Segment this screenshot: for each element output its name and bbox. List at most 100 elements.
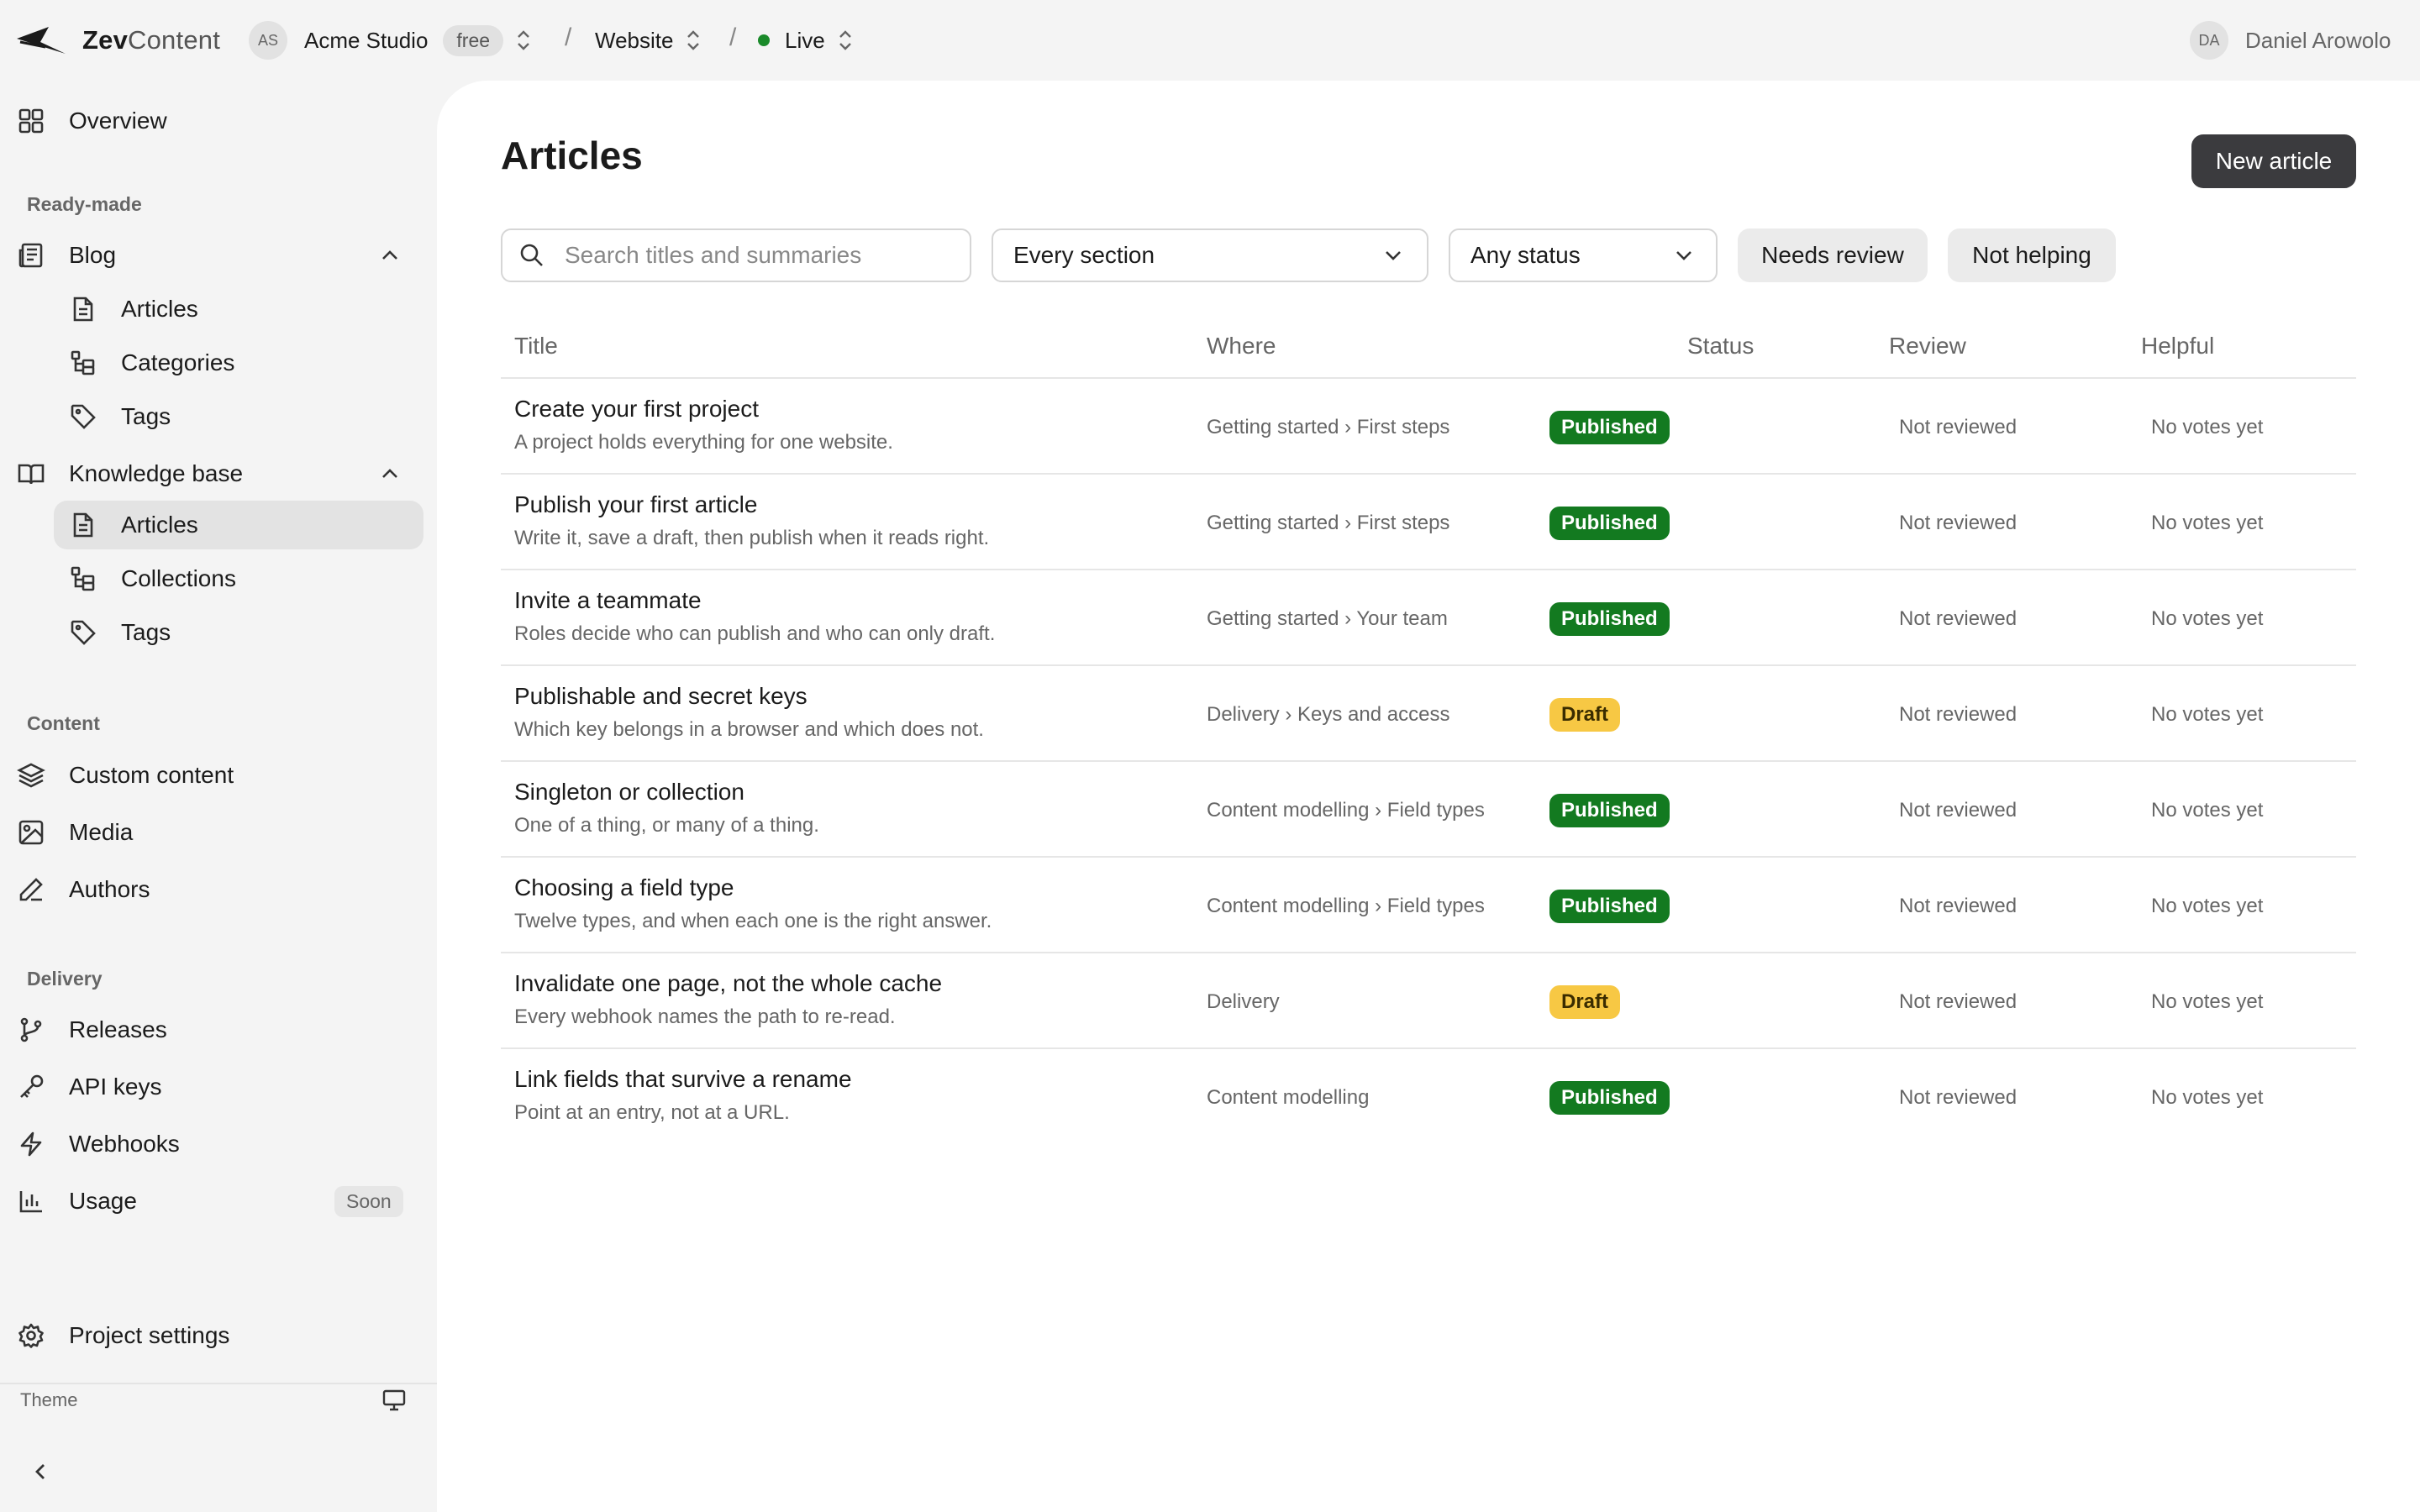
column-header-status[interactable]: Status	[1687, 333, 1754, 360]
logo-text: ZevContent	[82, 25, 221, 55]
search-input[interactable]: Search titles and summaries	[501, 228, 971, 282]
sidebar-divider	[0, 1383, 437, 1384]
org-avatar: AS	[249, 21, 287, 60]
not-helping-filter[interactable]: Not helping	[1948, 228, 2116, 282]
article-title[interactable]: Publishable and secret keys	[514, 683, 808, 710]
sidebar-item-custom-content[interactable]: Custom content	[15, 751, 234, 800]
sidebar-item-usage[interactable]: Usage	[15, 1177, 137, 1226]
table-row[interactable]: Create your first project A project holds…	[501, 379, 2356, 475]
soon-badge: Soon	[334, 1186, 403, 1217]
article-summary: Every webhook names the path to re-read.	[514, 1005, 896, 1028]
sidebar-item-label: Project settings	[69, 1322, 230, 1348]
sidebar-item-project-settings[interactable]: Project settings	[15, 1311, 229, 1360]
chevron-up-down-icon	[839, 30, 851, 50]
search-placeholder: Search titles and summaries	[565, 242, 862, 268]
article-location: Content modelling	[1207, 1086, 1370, 1109]
chevron-down-icon	[1676, 251, 1691, 260]
article-title[interactable]: Publish your first article	[514, 491, 757, 518]
sidebar-item-blog[interactable]: Blog	[15, 231, 116, 280]
sidebar-item-kb-articles[interactable]: Articles	[54, 501, 424, 549]
article-summary: Roles decide who can publish and who can…	[514, 622, 996, 645]
table-row[interactable]: Invite a teammate Roles decide who can pu…	[501, 570, 2356, 666]
plan-badge: free	[443, 24, 504, 56]
git-branch-icon	[15, 1014, 47, 1046]
section-select[interactable]: Every section	[992, 228, 1428, 282]
article-title[interactable]: Choosing a field type	[514, 874, 734, 901]
sidebar-item-webhooks[interactable]: Webhooks	[15, 1120, 180, 1168]
article-title[interactable]: Invite a teammate	[514, 587, 702, 614]
sidebar-item-label: Articles	[121, 296, 198, 322]
column-header-where[interactable]: Where	[1207, 333, 1276, 360]
user-name: Daniel Arowolo	[2245, 27, 2391, 53]
article-location: Content modelling › Field types	[1207, 799, 1485, 822]
sidebar-item-api-keys[interactable]: API keys	[15, 1063, 161, 1111]
project-name: Website	[595, 27, 674, 53]
sidebar-item-knowledge-base[interactable]: Knowledge base	[15, 449, 243, 498]
table-row[interactable]: Publish your first article Write it, save…	[501, 475, 2356, 570]
status-badge: Draft	[1549, 985, 1621, 1019]
sidebar-item-blog-tags[interactable]: Tags	[67, 392, 171, 441]
article-title[interactable]: Link fields that survive a rename	[514, 1066, 852, 1093]
sidebar-item-overview[interactable]: Overview	[15, 97, 167, 145]
table-row[interactable]: Choosing a field type Twelve types, and w…	[501, 858, 2356, 953]
sidebar-item-label: Tags	[121, 403, 171, 429]
table-row[interactable]: Publishable and secret keys Which key bel…	[501, 666, 2356, 762]
status-select[interactable]: Any status	[1449, 228, 1718, 282]
breadcrumb-separator: /	[729, 24, 737, 51]
section-heading-readymade: Ready-made	[27, 193, 142, 215]
project-switcher[interactable]: Website	[595, 20, 702, 60]
column-header-review[interactable]: Review	[1889, 333, 1966, 360]
section-heading-content: Content	[27, 712, 100, 734]
layers-icon	[15, 759, 47, 791]
column-header-title[interactable]: Title	[514, 333, 558, 360]
review-status: Not reviewed	[1899, 607, 2018, 630]
new-article-button[interactable]: New article	[2191, 134, 2356, 188]
status-badge: Published	[1549, 507, 1670, 540]
review-status: Not reviewed	[1899, 799, 2018, 822]
chevron-up-icon[interactable]	[380, 465, 400, 482]
sidebar-item-media[interactable]: Media	[15, 808, 133, 857]
article-title[interactable]: Create your first project	[514, 396, 759, 423]
sidebar-item-blog-articles[interactable]: Articles	[67, 285, 198, 333]
sidebar-item-kb-tags[interactable]: Tags	[67, 608, 171, 657]
sidebar-item-kb-collections[interactable]: Collections	[67, 554, 236, 603]
environment-switcher[interactable]: Live	[758, 20, 854, 60]
logo[interactable]: ZevContent	[15, 24, 220, 57]
article-location: Getting started › First steps	[1207, 416, 1450, 438]
review-status: Not reviewed	[1899, 1086, 2018, 1109]
breadcrumb-separator: /	[565, 24, 572, 51]
sidebar-item-label: Categories	[121, 349, 235, 375]
table-row[interactable]: Invalidate one page, not the whole cache…	[501, 953, 2356, 1049]
live-status-dot	[758, 34, 770, 46]
helpful-votes: No votes yet	[2151, 990, 2264, 1013]
article-location: Content modelling › Field types	[1207, 895, 1485, 917]
chevron-down-icon	[1386, 251, 1401, 260]
sidebar-item-releases[interactable]: Releases	[15, 1005, 167, 1054]
table-row[interactable]: Singleton or collection One of a thing, o…	[501, 762, 2356, 858]
user-avatar: DA	[2190, 21, 2228, 60]
document-icon	[67, 509, 99, 541]
monitor-icon[interactable]	[381, 1388, 407, 1413]
collapse-sidebar-icon[interactable]	[30, 1460, 50, 1483]
newspaper-icon	[15, 239, 47, 271]
article-title[interactable]: Singleton or collection	[514, 779, 744, 806]
org-switcher[interactable]: AS Acme Studio free	[249, 20, 532, 60]
review-status: Not reviewed	[1899, 416, 2018, 438]
review-status: Not reviewed	[1899, 990, 2018, 1013]
tag-icon	[67, 401, 99, 433]
table-row[interactable]: Link fields that survive a rename Point a…	[501, 1049, 2356, 1145]
sidebar-item-authors[interactable]: Authors	[15, 865, 150, 914]
lightning-icon	[15, 1128, 47, 1160]
review-status: Not reviewed	[1899, 703, 2018, 726]
article-title[interactable]: Invalidate one page, not the whole cache	[514, 970, 942, 997]
helpful-votes: No votes yet	[2151, 703, 2264, 726]
needs-review-filter[interactable]: Needs review	[1738, 228, 1928, 282]
helpful-votes: No votes yet	[2151, 512, 2264, 534]
tag-icon	[67, 617, 99, 648]
sidebar-item-blog-categories[interactable]: Categories	[67, 339, 234, 387]
chevron-up-icon[interactable]	[380, 247, 400, 264]
user-menu[interactable]: DA Daniel Arowolo	[2190, 20, 2391, 60]
tree-icon	[67, 347, 99, 379]
main-panel: Articles New article Search titles and s…	[437, 81, 2420, 1512]
column-header-helpful[interactable]: Helpful	[2141, 333, 2214, 360]
